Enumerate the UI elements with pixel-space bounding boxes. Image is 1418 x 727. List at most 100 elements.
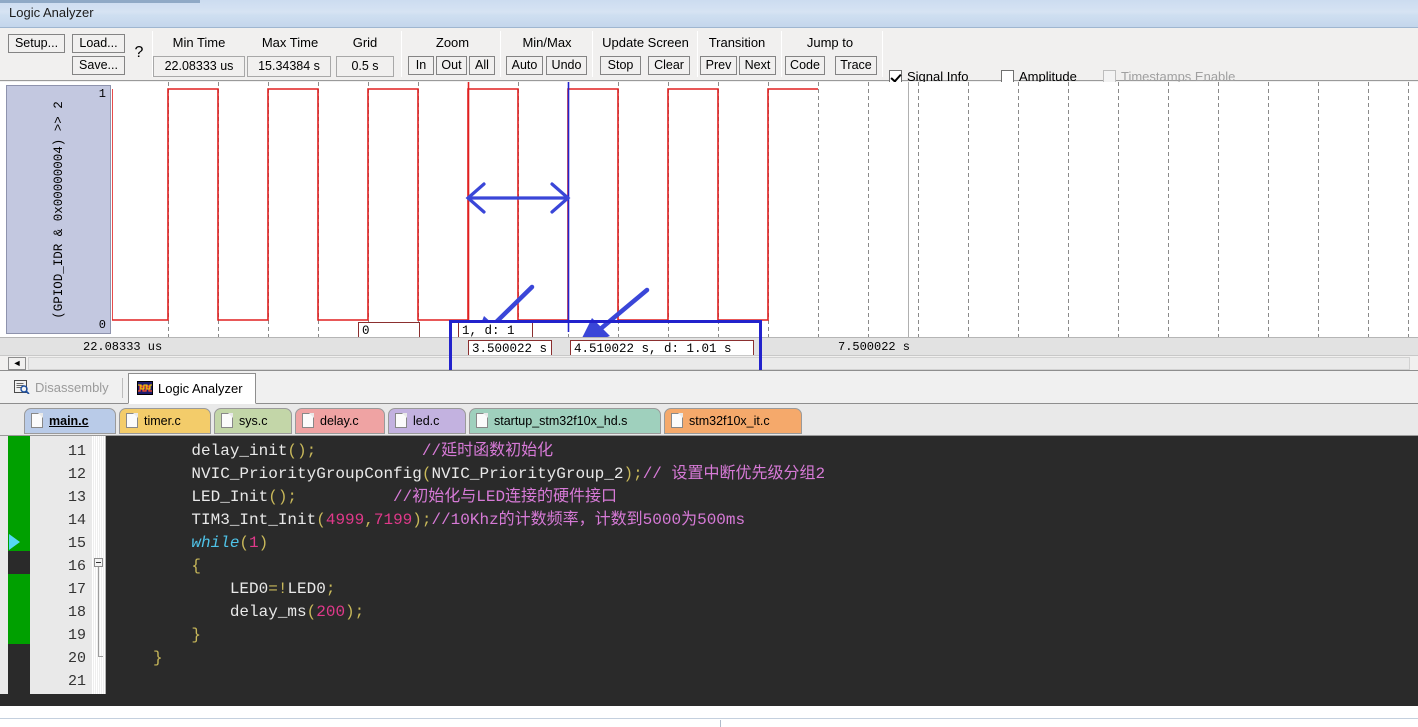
load-button[interactable]: Load... — [72, 34, 125, 53]
signal-high-value: 1 — [99, 87, 106, 101]
waveform-area[interactable]: 1 0 (GPIOD_IDR & 0x00000004) >> 2 — [0, 82, 1418, 337]
fold-guide-end — [98, 656, 103, 657]
editor-code-lines[interactable]: delay_init(); //延时函数初始化 NVIC_PriorityGro… — [107, 436, 1418, 694]
grid-field[interactable]: 0.5 s — [336, 56, 394, 77]
fold-collapse-icon[interactable] — [94, 558, 103, 567]
code-token: ( — [239, 534, 249, 552]
logic-analyzer-toolbar: Setup... Load... Save... ? Min Time 22.0… — [0, 28, 1418, 81]
waveform-plot[interactable] — [112, 82, 1418, 337]
code-line[interactable]: } — [153, 624, 1418, 647]
titlebar-accent — [0, 0, 200, 3]
file-tab-delay-c[interactable]: delay.c — [295, 408, 385, 434]
file-tab-sys-c[interactable]: sys.c — [214, 408, 292, 434]
code-token: , — [364, 511, 374, 529]
minmax-auto-button[interactable]: Auto — [506, 56, 543, 75]
code-token — [316, 442, 422, 460]
code-line[interactable]: LED0=!LED0; — [153, 578, 1418, 601]
code-line[interactable]: delay_ms(200); — [153, 601, 1418, 624]
file-tab-bar: main.c timer.c sys.c delay.c led.c start… — [0, 404, 1418, 436]
max-time-field[interactable]: 15.34384 s — [247, 56, 331, 77]
minmax-undo-button[interactable]: Undo — [546, 56, 587, 75]
code-editor[interactable]: 11 12 13 14 15 16 17 18 19 20 21 delay_i… — [0, 436, 1418, 706]
code-token: { — [153, 557, 201, 575]
min-time-field[interactable]: 22.08333 us — [153, 56, 245, 77]
zoom-in-button[interactable]: In — [408, 56, 434, 75]
transition-next-button[interactable]: Next — [739, 56, 776, 75]
waveform-horizontal-scrollbar[interactable]: ◄ — [0, 355, 1418, 370]
tab-logic-analyzer[interactable]: Logic Analyzer — [128, 373, 256, 404]
transition-caption: Transition — [700, 35, 774, 50]
code-token: ); — [345, 603, 364, 621]
ruler-right-time: 7.500022 s — [838, 340, 910, 354]
zoom-out-button[interactable]: Out — [436, 56, 467, 75]
toolbar-separator-2 — [401, 31, 402, 77]
jump-to-code-button[interactable]: Code — [785, 56, 825, 75]
update-stop-button[interactable]: Stop — [600, 56, 641, 75]
minmax-caption: Min/Max — [504, 35, 590, 50]
file-icon — [31, 413, 43, 428]
code-line[interactable]: TIM3_Int_Init(4999,7199);//10Khz的计数频率，计数… — [153, 509, 1418, 532]
file-tab-led-c[interactable]: led.c — [388, 408, 466, 434]
file-tab-label: main.c — [49, 414, 89, 428]
update-screen-caption: Update Screen — [596, 35, 695, 50]
code-line[interactable]: while(1) — [153, 532, 1418, 555]
line-number: 21 — [30, 670, 86, 693]
code-line[interactable]: delay_init(); //延时函数初始化 — [153, 440, 1418, 463]
window-title: Logic Analyzer — [9, 5, 94, 20]
ruler-left-time: 22.08333 us — [83, 340, 162, 354]
file-tab-main-c[interactable]: main.c — [24, 408, 116, 434]
code-token: //10Khz的计数频率，计数到5000为500ms — [431, 511, 745, 529]
transition-prev-button[interactable]: Prev — [700, 56, 737, 75]
code-token: (); — [287, 442, 316, 460]
code-token: 1 — [249, 534, 259, 552]
file-icon — [302, 413, 314, 428]
scroll-left-arrow-icon[interactable]: ◄ — [8, 357, 26, 370]
code-token: } — [153, 649, 163, 667]
code-line[interactable]: } — [153, 647, 1418, 670]
file-tab-label: led.c — [413, 414, 439, 428]
file-icon — [126, 413, 138, 428]
code-token: ( — [307, 603, 317, 621]
file-tab-label: startup_stm32f10x_hd.s — [494, 414, 627, 428]
help-button[interactable]: ? — [131, 44, 147, 62]
toolbar-separator-4 — [592, 31, 593, 77]
code-token: LED0 — [153, 580, 268, 598]
scroll-track[interactable] — [28, 357, 1410, 370]
file-tab-timer-c[interactable]: timer.c — [119, 408, 211, 434]
disassembly-icon — [14, 375, 30, 389]
file-tab-startup-stm32f10x-hd-s[interactable]: startup_stm32f10x_hd.s — [469, 408, 661, 434]
tab-logic-analyzer-label: Logic Analyzer — [158, 381, 243, 396]
code-token: } — [153, 626, 201, 644]
file-tab-label: stm32f10x_it.c — [689, 414, 770, 428]
code-token: NVIC_PriorityGroupConfig — [153, 465, 422, 483]
update-clear-button[interactable]: Clear — [648, 56, 690, 75]
logic-analyzer-window: Logic Analyzer Setup... Load... Save... … — [0, 0, 1418, 370]
current-line-arrow-icon — [9, 534, 20, 550]
code-token: ); — [623, 465, 642, 483]
file-tab-stm32f10x-it-c[interactable]: stm32f10x_it.c — [664, 408, 802, 434]
waveform-svg — [112, 82, 1418, 337]
save-button[interactable]: Save... — [72, 56, 125, 75]
file-tab-label: delay.c — [320, 414, 359, 428]
setup-button[interactable]: Setup... — [8, 34, 65, 53]
jump-to-trace-button[interactable]: Trace — [835, 56, 877, 75]
line-number: 14 — [30, 509, 86, 532]
code-line[interactable] — [153, 670, 1418, 693]
editor-fold-bar[interactable] — [92, 436, 106, 694]
tab-disassembly[interactable]: Disassembly — [6, 373, 121, 404]
code-line[interactable]: LED_Init(); //初始化与LED连接的硬件接口 — [153, 486, 1418, 509]
code-line[interactable]: { — [153, 555, 1418, 578]
file-icon — [476, 413, 488, 428]
view-tab-divider — [122, 378, 123, 398]
fold-guide-line — [98, 567, 99, 657]
line-number: 19 — [30, 624, 86, 647]
code-token: = — [268, 580, 278, 598]
signal-low-value: 0 — [99, 318, 106, 332]
file-tab-label: timer.c — [144, 414, 181, 428]
grid-caption: Grid — [336, 35, 394, 50]
zoom-all-button[interactable]: All — [469, 56, 495, 75]
code-line[interactable]: NVIC_PriorityGroupConfig(NVIC_PriorityGr… — [153, 463, 1418, 486]
signal-info-panel[interactable]: 1 0 (GPIOD_IDR & 0x00000004) >> 2 — [6, 85, 111, 334]
code-token: TIM3_Int_Init — [153, 511, 316, 529]
code-token: while — [153, 534, 239, 552]
